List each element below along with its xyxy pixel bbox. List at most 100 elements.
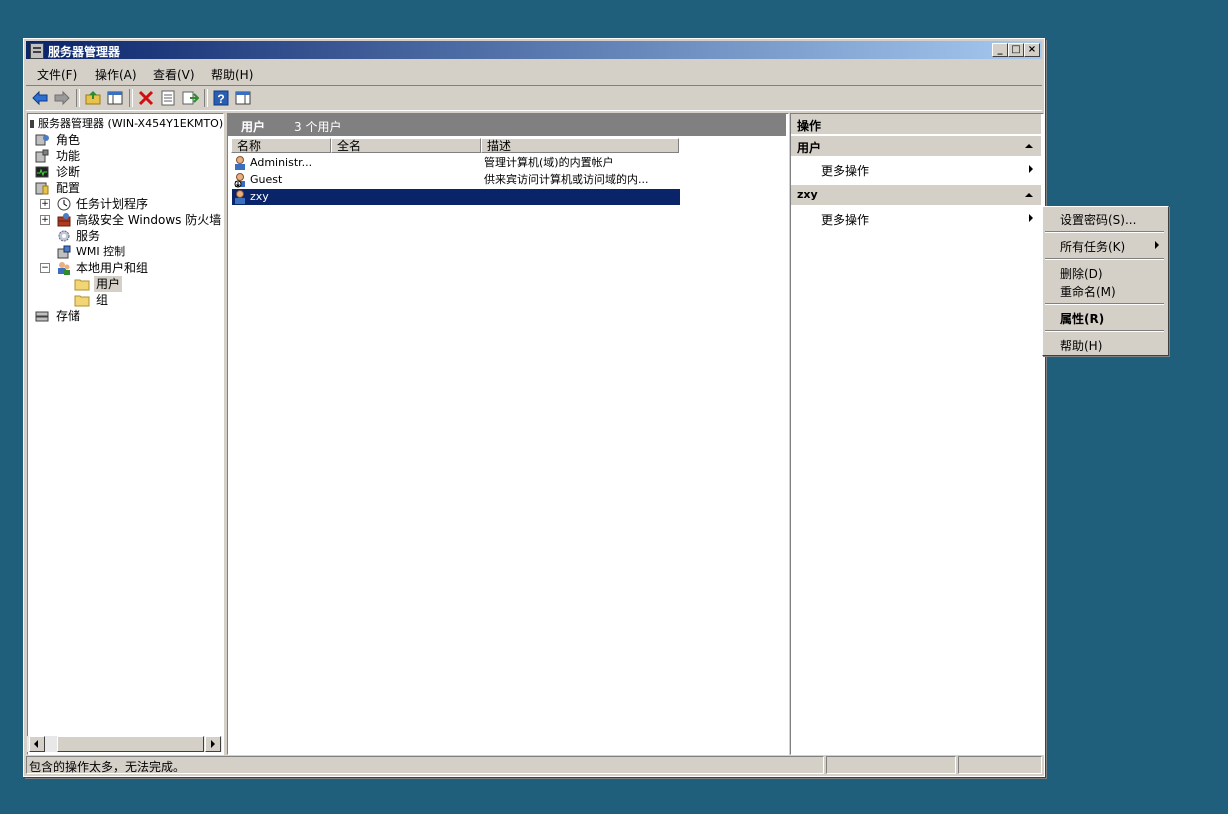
folder-icon — [74, 279, 90, 291]
cell-name: Guest — [250, 173, 283, 186]
menu-file[interactable]: 文件(F) — [37, 66, 77, 83]
action-label: 更多操作 — [821, 164, 870, 178]
menu-separator — [1045, 330, 1164, 332]
menu-item-rename[interactable]: 重命名(M) — [1060, 283, 1116, 300]
menu-item-delete[interactable]: 删除(D) — [1060, 265, 1103, 282]
window-title: 服务器管理器 — [48, 45, 121, 59]
actions-section-zxy-label: zxy — [797, 188, 818, 201]
collapse-up-icon[interactable] — [1025, 144, 1033, 148]
tree-label-users: 用户 — [94, 276, 123, 292]
menu-separator — [1045, 303, 1164, 305]
roles-icon — [35, 134, 49, 146]
actions-pane[interactable]: 操作 用户 更多操作 zxy 更多操作 — [790, 113, 1044, 755]
column-header-description[interactable]: 描述 — [481, 138, 679, 153]
menu-help[interactable]: 帮助(H) — [211, 66, 253, 83]
menu-action[interactable]: 操作(A) — [95, 66, 137, 83]
up-folder-icon[interactable] — [84, 89, 102, 107]
user-icon — [235, 156, 245, 170]
tree-label-wmi: WMI 控制 — [76, 245, 126, 258]
expand-icon[interactable]: + — [40, 215, 50, 225]
status-panel-2 — [826, 756, 956, 774]
action-more-actions-users[interactable]: 更多操作 — [791, 158, 1041, 180]
close-button[interactable]: × — [1024, 43, 1040, 57]
clock-icon — [57, 197, 71, 211]
scroll-left-button[interactable] — [29, 736, 45, 752]
status-text-panel: 包含的操作太多，无法完成。 — [26, 756, 824, 774]
action-more-actions-zxy[interactable]: 更多操作 — [791, 207, 1041, 229]
list-row[interactable]: Guest 供来宾访问计算机或访问域的内... — [232, 172, 680, 188]
tree-root-label: 服务器管理器 (WIN-X454Y1EKMTO) — [38, 117, 224, 130]
result-pane-header: 用户 3 个用户 — [228, 114, 786, 136]
submenu-arrow-icon — [1155, 241, 1159, 249]
result-title: 用户 — [241, 120, 266, 134]
delete-icon[interactable] — [137, 89, 155, 107]
status-bar: 包含的操作太多，无法完成。 — [26, 755, 1042, 774]
column-header-name[interactable]: 名称 — [231, 138, 331, 153]
menu-item-all-tasks[interactable]: 所有任务(K) — [1060, 238, 1125, 255]
cell-name: Administr... — [250, 156, 313, 169]
tree-label-storage: 存储 — [56, 309, 81, 323]
maximize-button[interactable]: □ — [1008, 43, 1024, 57]
collapse-icon[interactable]: − — [40, 263, 50, 273]
scroll-right-button[interactable] — [205, 736, 221, 752]
folder-icon — [74, 295, 90, 307]
firewall-icon — [57, 213, 71, 227]
cell-name: zxy — [250, 190, 269, 203]
column-header-fullname[interactable]: 全名 — [331, 138, 481, 153]
configuration-icon — [35, 182, 49, 195]
scroll-thumb[interactable] — [57, 736, 204, 752]
menu-separator — [1045, 231, 1164, 233]
cell-description: 供来宾访问计算机或访问域的内... — [484, 173, 649, 186]
tree-label-services: 服务 — [76, 229, 101, 243]
tree-label-configuration: 配置 — [56, 181, 81, 195]
minimize-button[interactable]: _ — [992, 43, 1008, 57]
tree-horizontal-scrollbar[interactable] — [27, 736, 222, 752]
user-icon — [235, 190, 245, 204]
storage-icon — [35, 311, 49, 322]
properties-icon[interactable] — [159, 89, 177, 107]
list-row[interactable]: Administr... 管理计算机(域)的内置帐户 — [232, 155, 680, 171]
actions-section-zxy[interactable]: zxy — [791, 185, 1041, 205]
toolbar-separator — [76, 89, 80, 107]
tree-label-local-users: 本地用户和组 — [76, 261, 149, 275]
gear-icon — [58, 230, 70, 242]
toolbar-separator — [129, 89, 133, 107]
back-icon[interactable] — [31, 89, 49, 107]
submenu-arrow-icon — [1029, 214, 1033, 222]
tree-label-groups: 组 — [96, 293, 109, 307]
console-tree-pane[interactable]: 服务器管理器 (WIN-X454Y1EKMTO) 角色 功能 诊断 配置 + 任… — [27, 113, 224, 755]
features-icon — [35, 149, 49, 163]
tree-label-task-scheduler: 任务计划程序 — [76, 197, 149, 211]
tree-label-firewall: 高级安全 Windows 防火墙 — [76, 213, 222, 227]
collapse-up-icon[interactable] — [1025, 193, 1033, 197]
status-text: 包含的操作太多，无法完成。 — [29, 760, 186, 774]
menu-view[interactable]: 查看(V) — [153, 66, 195, 83]
actions-section-users-label: 用户 — [797, 141, 822, 155]
wmi-icon — [57, 245, 71, 259]
menu-item-help[interactable]: 帮助(H) — [1060, 337, 1102, 354]
menu-item-properties[interactable]: 属性(R) — [1060, 310, 1104, 327]
server-manager-window: 服务器管理器 _ □ × 文件(F) 操作(A) 查看(V) 帮助(H) ? 服… — [23, 38, 1045, 777]
expand-icon[interactable]: + — [40, 199, 50, 209]
list-row-selected[interactable]: zxy — [232, 189, 680, 205]
export-icon[interactable] — [181, 89, 199, 107]
forward-icon[interactable] — [53, 89, 71, 107]
show-hide-action-pane-icon[interactable] — [234, 89, 252, 107]
tree-label-features: 功能 — [56, 149, 81, 163]
disabled-user-icon — [234, 173, 245, 188]
menu-bar: 文件(F) 操作(A) 查看(V) 帮助(H) — [26, 61, 1042, 83]
actions-section-users[interactable]: 用户 — [791, 136, 1041, 156]
server-manager-app-icon — [30, 43, 44, 59]
diagnostics-icon — [35, 166, 49, 178]
cell-description: 管理计算机(域)的内置帐户 — [484, 156, 614, 169]
title-bar[interactable]: 服务器管理器 _ □ × — [26, 41, 1042, 59]
result-pane[interactable]: 用户 3 个用户 名称 全名 描述 Administr... 管理计算机(域)的… — [227, 113, 789, 755]
users-groups-icon — [58, 262, 70, 275]
show-hide-tree-icon[interactable] — [106, 89, 124, 107]
actions-title-bar: 操作 — [791, 114, 1041, 134]
tree-label-diagnostics: 诊断 — [56, 165, 81, 179]
result-count: 3 个用户 — [294, 120, 342, 134]
menu-separator — [1045, 258, 1164, 260]
help-icon[interactable]: ? — [212, 89, 230, 107]
menu-item-set-password[interactable]: 设置密码(S)... — [1060, 211, 1136, 228]
